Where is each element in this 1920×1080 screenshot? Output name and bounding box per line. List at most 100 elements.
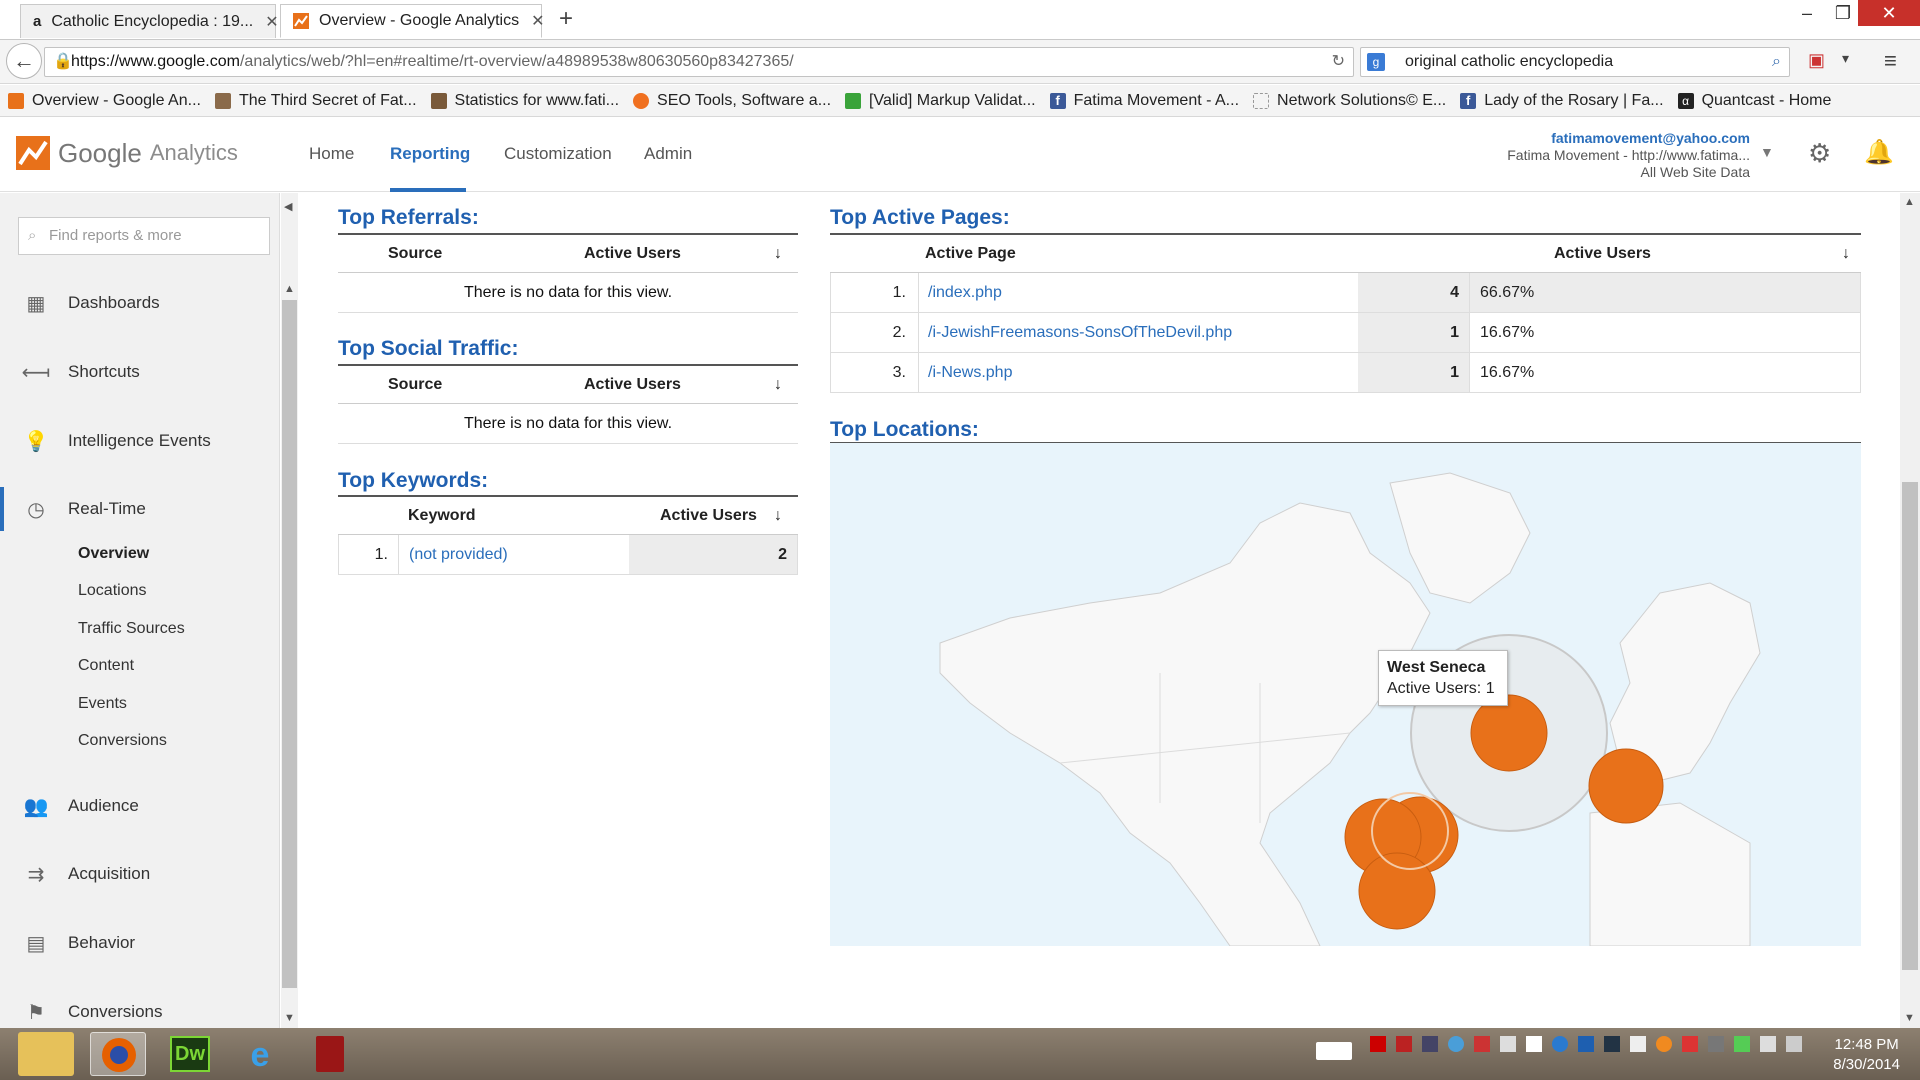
gear-icon[interactable]: ⚙ [1808,138,1831,169]
search-icon[interactable]: ⌕ [1772,48,1781,76]
main-scrollbar-thumb[interactable] [1902,482,1918,970]
sidebar-scrollbar-thumb[interactable] [282,300,297,988]
sort-arrow-icon[interactable]: ↓ [1842,235,1850,272]
sidebar-item-conversions[interactable]: ⚑ Conversions [0,992,280,1032]
tooltip-value: Active Users: 1 [1387,680,1495,697]
bookmark-third-secret[interactable]: The Third Secret of Fat... [214,92,417,110]
pdf-icon[interactable]: ▣ [1808,50,1825,71]
sort-arrow-icon[interactable]: ↓ [774,366,782,403]
location-bubble [1588,748,1664,824]
column-header-source[interactable]: Source [388,235,442,272]
find-reports-input[interactable]: ⌕ Find reports & more [18,217,270,255]
tray-icon[interactable] [1422,1036,1438,1052]
bookmark-statistics[interactable]: Statistics for www.fati... [430,92,619,110]
column-header-keyword[interactable]: Keyword [408,497,476,534]
sidebar-item-audience[interactable]: 👥 Audience [0,786,280,826]
sidebar-item-acquisition[interactable]: ⇉ Acquisition [0,854,280,894]
column-header-active-users[interactable]: Active Users [584,235,681,272]
column-header-active-users[interactable]: Active Users [584,366,681,403]
dropdown-icon[interactable]: ▾ [1842,50,1849,67]
sidebar-item-dashboards[interactable]: ▦ Dashboards [0,283,280,323]
page-link[interactable]: /i-JewishFreemasons-SonsOfTheDevil.php [928,313,1232,352]
bookmark-network-solutions[interactable]: Network Solutions© E... [1253,92,1446,110]
bookmark-lady-of-rosary[interactable]: f Lady of the Rosary | Fa... [1460,92,1664,110]
page-link[interactable]: /i-News.php [928,353,1012,392]
power-icon[interactable] [1760,1036,1776,1052]
column-header-active-page[interactable]: Active Page [925,235,1016,272]
search-bar[interactable]: g original catholic encyclopedia ⌕ [1360,47,1790,77]
tray-icon[interactable] [1500,1036,1516,1052]
sort-arrow-icon[interactable]: ↓ [774,497,782,534]
collapse-sidebar-icon[interactable]: ◀ [284,200,292,213]
keyboard-icon[interactable] [1316,1042,1352,1060]
url-bar[interactable]: 🔒 https://www.google.com/analytics/web/?h… [44,47,1354,77]
firefox-icon[interactable] [90,1032,146,1076]
locations-map[interactable] [830,443,1861,946]
tray-icon[interactable] [1682,1036,1698,1052]
sidebar-sub-conversions[interactable]: Conversions [78,732,167,750]
google-analytics-logo[interactable]: Google Analytics [16,136,238,170]
scroll-up-icon[interactable]: ▲ [284,283,295,295]
column-header-active-users[interactable]: Active Users [660,497,757,534]
tray-icon[interactable] [1604,1036,1620,1052]
acrobat-icon[interactable] [302,1032,358,1076]
tab-label: Catholic Encyclopedia : 19... [51,12,254,30]
column-header-source[interactable]: Source [388,366,442,403]
bookmark-fatima-movement[interactable]: f Fatima Movement - A... [1049,92,1239,110]
sidebar-sub-events[interactable]: Events [78,695,127,713]
tray-icon[interactable] [1474,1036,1490,1052]
bell-icon[interactable]: 🔔 [1864,138,1894,167]
chevron-down-icon[interactable]: ▼ [1760,144,1774,160]
tab-catholic-encyclopedia[interactable]: a Catholic Encyclopedia : 19... ✕ [20,4,279,38]
internet-explorer-icon[interactable]: e [232,1032,288,1076]
sidebar-item-behavior[interactable]: ▤ Behavior [0,923,280,963]
nav-admin[interactable]: Admin [644,144,692,164]
bookmark-quantcast[interactable]: α Quantcast - Home [1677,92,1831,110]
file-explorer-icon[interactable] [18,1032,74,1076]
sort-arrow-icon[interactable]: ↓ [774,235,782,272]
bookmark-overview-ga[interactable]: Overview - Google An... [8,92,201,110]
bookmark-seo-tools[interactable]: SEO Tools, Software a... [633,92,831,110]
scroll-up-icon[interactable]: ▲ [1904,196,1915,208]
bookmark-markup-validator[interactable]: [Valid] Markup Validat... [845,92,1036,110]
google-search-icon[interactable]: g [1367,53,1385,71]
sidebar-sub-locations[interactable]: Locations [78,582,147,600]
tray-icon[interactable] [1734,1036,1750,1052]
tray-icon[interactable] [1708,1036,1724,1052]
tray-icon[interactable] [1526,1036,1542,1052]
close-icon[interactable]: ✕ [253,12,278,32]
sidebar-item-shortcuts[interactable]: ⟻ Shortcuts [0,352,280,392]
no-data-message: There is no data for this view. [463,415,673,432]
sidebar-sub-traffic-sources[interactable]: Traffic Sources [78,620,185,638]
scroll-down-icon[interactable]: ▼ [1904,1012,1915,1024]
tray-icon[interactable] [1552,1036,1568,1052]
sidebar-item-real-time[interactable]: ◷ Real-Time [0,489,280,529]
sidebar-sub-overview[interactable]: Overview [78,545,149,563]
signal-icon[interactable] [1786,1036,1802,1052]
column-header-active-users[interactable]: Active Users [1554,235,1651,272]
menu-icon[interactable]: ≡ [1884,48,1897,74]
page-link[interactable]: /index.php [928,273,1002,312]
bluetooth-icon[interactable] [1578,1036,1594,1052]
nav-reporting[interactable]: Reporting [390,144,470,164]
back-button[interactable]: ← [6,43,42,79]
sidebar-item-intelligence-events[interactable]: 💡 Intelligence Events [0,421,280,461]
tab-overview-google-analytics[interactable]: Overview - Google Analytics ✕ [280,4,544,38]
new-tab-button[interactable]: + [554,4,578,34]
adobe-tray-icon[interactable] [1370,1036,1386,1052]
volume-icon[interactable] [1630,1036,1646,1052]
dreamweaver-icon[interactable]: Dw [162,1032,218,1076]
tray-icon[interactable] [1448,1036,1464,1052]
tray-icon[interactable] [1396,1036,1412,1052]
taskbar-clock[interactable]: 12:48 PM 8/30/2014 [1833,1035,1900,1075]
keyword-link[interactable]: (not provided) [409,535,508,574]
close-window-button[interactable]: ✕ [1858,0,1920,26]
nav-home[interactable]: Home [309,144,354,164]
reload-icon[interactable]: ↻ [1332,48,1345,76]
nav-customization[interactable]: Customization [504,144,612,164]
close-icon[interactable]: ✕ [519,11,544,31]
scroll-down-icon[interactable]: ▼ [284,1012,295,1024]
tray-icon[interactable] [1656,1036,1672,1052]
sidebar-sub-content[interactable]: Content [78,657,134,675]
account-selector[interactable]: fatimamovement@yahoo.com Fatima Movement… [1507,130,1750,181]
